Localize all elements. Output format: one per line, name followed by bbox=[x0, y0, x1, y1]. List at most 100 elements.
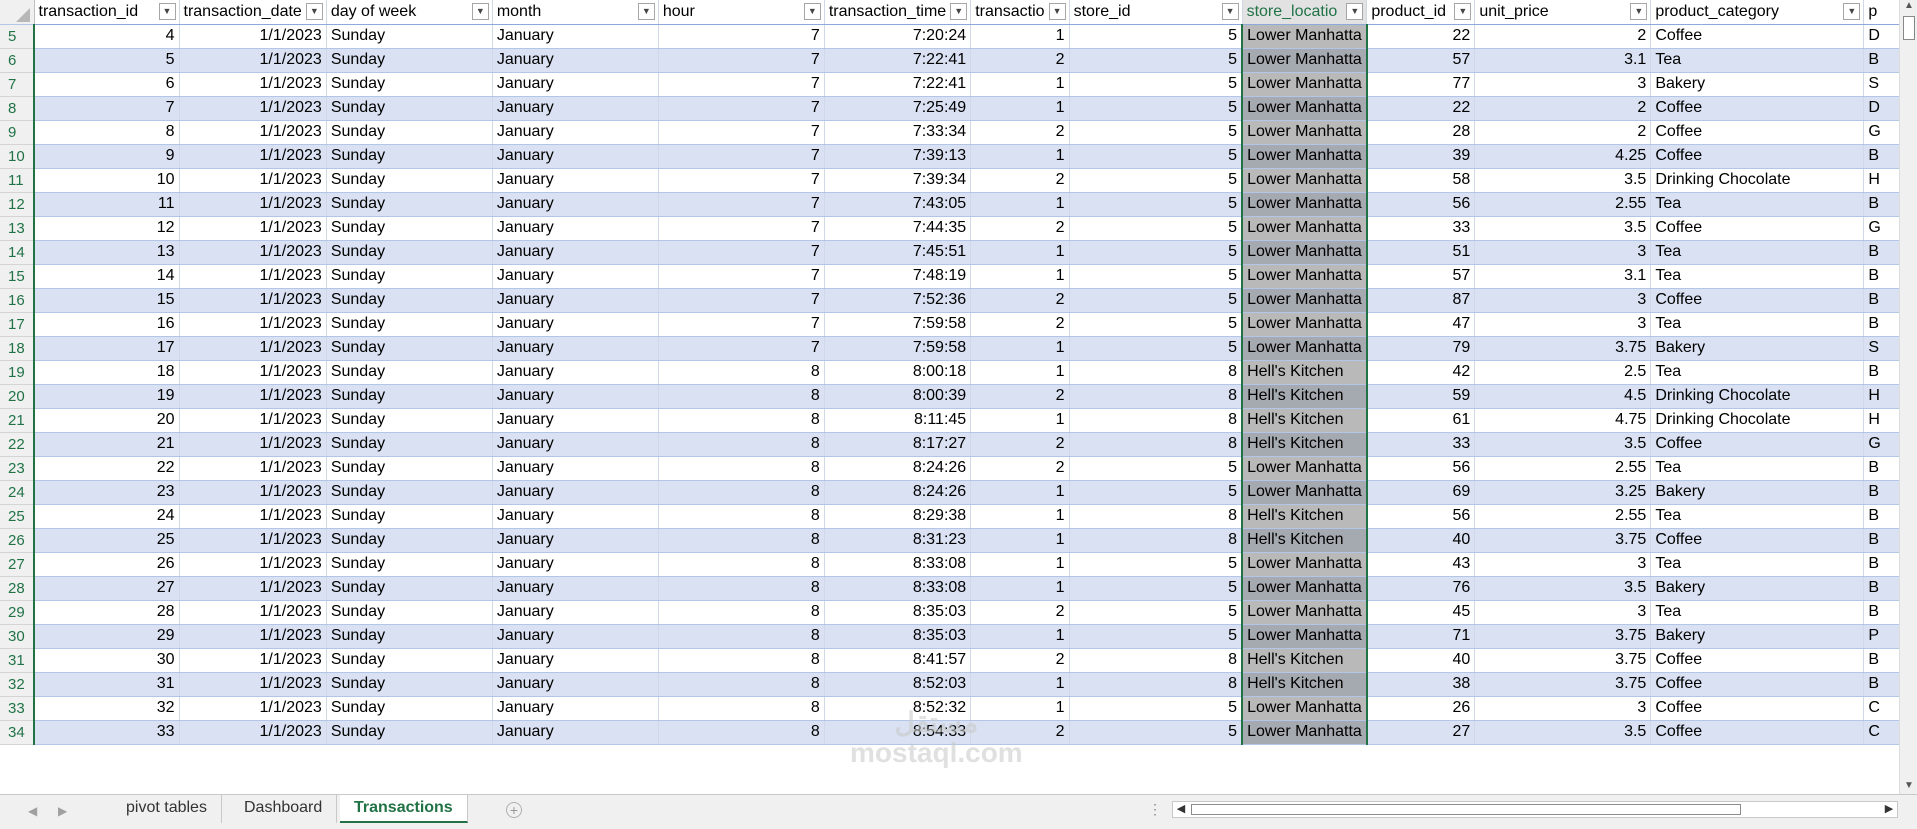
cell-transaction-time[interactable]: 8:35:03 bbox=[824, 624, 972, 649]
cell-day-of-week[interactable]: Sunday bbox=[326, 216, 493, 241]
cell-unit-price[interactable]: 3 bbox=[1474, 600, 1652, 625]
cell-transaction-time[interactable]: 7:22:41 bbox=[824, 72, 972, 97]
cell-month[interactable]: January bbox=[492, 648, 659, 673]
cell-day-of-week[interactable]: Sunday bbox=[326, 696, 493, 721]
cell-transaction-time[interactable]: 7:39:34 bbox=[824, 168, 972, 193]
cell-hour[interactable]: 7 bbox=[658, 240, 825, 265]
cell-transaction-time[interactable]: 8:33:08 bbox=[824, 576, 972, 601]
cell-product-type[interactable]: S bbox=[1863, 72, 1903, 97]
cell-product-id[interactable]: 57 bbox=[1366, 264, 1476, 289]
cell-product-category[interactable]: Tea bbox=[1650, 360, 1865, 385]
cell-product-category[interactable]: Tea bbox=[1650, 552, 1865, 577]
cell-product-type[interactable]: H bbox=[1863, 384, 1903, 409]
cell-month[interactable]: January bbox=[492, 120, 659, 145]
row-number[interactable]: 27 bbox=[0, 552, 35, 577]
cell-transaction-date[interactable]: 1/1/2023 bbox=[179, 96, 327, 121]
cell-day-of-week[interactable]: Sunday bbox=[326, 312, 493, 337]
cell-transaction-date[interactable]: 1/1/2023 bbox=[179, 600, 327, 625]
cell-day-of-week[interactable]: Sunday bbox=[326, 96, 493, 121]
cell-transaction-time[interactable]: 8:35:03 bbox=[824, 600, 972, 625]
cell-transaction-qty[interactable]: 1 bbox=[970, 576, 1070, 601]
cell-transaction-date[interactable]: 1/1/2023 bbox=[179, 720, 327, 745]
cell-product-type[interactable]: B bbox=[1863, 288, 1903, 313]
cell-store-location[interactable]: Lower Manhatta bbox=[1241, 264, 1368, 289]
cell-transaction-id[interactable]: 22 bbox=[34, 456, 180, 481]
cell-product-id[interactable]: 33 bbox=[1366, 216, 1476, 241]
cell-product-category[interactable]: Tea bbox=[1650, 312, 1865, 337]
cell-transaction-date[interactable]: 1/1/2023 bbox=[179, 432, 327, 457]
cell-store-location[interactable]: Lower Manhatta bbox=[1241, 624, 1368, 649]
cell-transaction-date[interactable]: 1/1/2023 bbox=[179, 120, 327, 145]
cell-hour[interactable]: 8 bbox=[658, 432, 825, 457]
cell-product-type[interactable]: B bbox=[1863, 528, 1903, 553]
cell-transaction-time[interactable]: 7:48:19 bbox=[824, 264, 972, 289]
cell-product-category[interactable]: Coffee bbox=[1650, 216, 1865, 241]
row-number[interactable]: 24 bbox=[0, 480, 35, 505]
filter-dropdown-icon[interactable]: ▼ bbox=[803, 3, 821, 20]
cell-store-id[interactable]: 5 bbox=[1069, 24, 1243, 49]
cell-month[interactable]: January bbox=[492, 360, 659, 385]
cell-store-id[interactable]: 5 bbox=[1069, 240, 1243, 265]
cell-month[interactable]: January bbox=[492, 24, 659, 49]
cell-store-location[interactable]: Lower Manhatta bbox=[1241, 312, 1368, 337]
cell-month[interactable]: January bbox=[492, 672, 659, 697]
cell-store-location[interactable]: Lower Manhatta bbox=[1241, 480, 1368, 505]
cell-product-type[interactable]: B bbox=[1863, 192, 1903, 217]
cell-product-id[interactable]: 43 bbox=[1366, 552, 1476, 577]
cell-unit-price[interactable]: 3 bbox=[1474, 288, 1652, 313]
cell-unit-price[interactable]: 2.55 bbox=[1474, 504, 1652, 529]
cell-transaction-id[interactable]: 28 bbox=[34, 600, 180, 625]
cell-transaction-date[interactable]: 1/1/2023 bbox=[179, 408, 327, 433]
cell-product-category[interactable]: Tea bbox=[1650, 504, 1865, 529]
cell-transaction-time[interactable]: 8:52:03 bbox=[824, 672, 972, 697]
column-header-hour[interactable]: hour ▼ bbox=[658, 0, 825, 25]
cell-store-location[interactable]: Lower Manhatta bbox=[1241, 192, 1368, 217]
cell-product-type[interactable]: C bbox=[1863, 696, 1903, 721]
cell-product-type[interactable]: B bbox=[1863, 576, 1903, 601]
cell-transaction-id[interactable]: 19 bbox=[34, 384, 180, 409]
cell-transaction-time[interactable]: 7:45:51 bbox=[824, 240, 972, 265]
cell-transaction-qty[interactable]: 2 bbox=[970, 168, 1070, 193]
cell-day-of-week[interactable]: Sunday bbox=[326, 408, 493, 433]
cell-product-type[interactable]: B bbox=[1863, 240, 1903, 265]
cell-hour[interactable]: 8 bbox=[658, 672, 825, 697]
cell-store-location[interactable]: Lower Manhatta bbox=[1241, 24, 1368, 49]
cell-product-id[interactable]: 87 bbox=[1366, 288, 1476, 313]
cell-transaction-id[interactable]: 20 bbox=[34, 408, 180, 433]
cell-transaction-qty[interactable]: 2 bbox=[970, 48, 1070, 73]
filter-dropdown-icon[interactable]: ▼ bbox=[1454, 3, 1472, 20]
row-number[interactable]: 7 bbox=[0, 72, 35, 97]
cell-store-location[interactable]: Hell's Kitchen bbox=[1241, 648, 1368, 673]
cell-transaction-qty[interactable]: 2 bbox=[970, 432, 1070, 457]
cell-product-type[interactable]: B bbox=[1863, 48, 1903, 73]
cell-product-type[interactable]: P bbox=[1863, 624, 1903, 649]
cell-transaction-id[interactable]: 9 bbox=[34, 144, 180, 169]
cell-hour[interactable]: 7 bbox=[658, 24, 825, 49]
column-header-unit-price[interactable]: unit_price ▼ bbox=[1474, 0, 1652, 25]
row-number[interactable]: 25 bbox=[0, 504, 35, 529]
cell-transaction-id[interactable]: 11 bbox=[34, 192, 180, 217]
cell-transaction-time[interactable]: 7:44:35 bbox=[824, 216, 972, 241]
cell-unit-price[interactable]: 2.55 bbox=[1474, 192, 1652, 217]
cell-unit-price[interactable]: 3.5 bbox=[1474, 216, 1652, 241]
row-number[interactable]: 5 bbox=[0, 24, 35, 49]
cell-unit-price[interactable]: 2.5 bbox=[1474, 360, 1652, 385]
cell-product-id[interactable]: 76 bbox=[1366, 576, 1476, 601]
cell-transaction-time[interactable]: 7:59:58 bbox=[824, 312, 972, 337]
cell-month[interactable]: January bbox=[492, 528, 659, 553]
cell-transaction-date[interactable]: 1/1/2023 bbox=[179, 72, 327, 97]
cell-month[interactable]: January bbox=[492, 288, 659, 313]
cell-month[interactable]: January bbox=[492, 192, 659, 217]
cell-product-type[interactable]: G bbox=[1863, 432, 1903, 457]
cell-transaction-qty[interactable]: 1 bbox=[970, 264, 1070, 289]
horizontal-scrollbar[interactable]: ◀ ▶ bbox=[1172, 801, 1898, 818]
cell-transaction-time[interactable]: 8:00:18 bbox=[824, 360, 972, 385]
cell-product-type[interactable]: B bbox=[1863, 504, 1903, 529]
cell-unit-price[interactable]: 3.5 bbox=[1474, 168, 1652, 193]
cell-store-location[interactable]: Hell's Kitchen bbox=[1241, 672, 1368, 697]
cell-day-of-week[interactable]: Sunday bbox=[326, 48, 493, 73]
cell-month[interactable]: January bbox=[492, 552, 659, 577]
cell-hour[interactable]: 8 bbox=[658, 360, 825, 385]
cell-store-location[interactable]: Lower Manhatta bbox=[1241, 144, 1368, 169]
cell-transaction-date[interactable]: 1/1/2023 bbox=[179, 24, 327, 49]
